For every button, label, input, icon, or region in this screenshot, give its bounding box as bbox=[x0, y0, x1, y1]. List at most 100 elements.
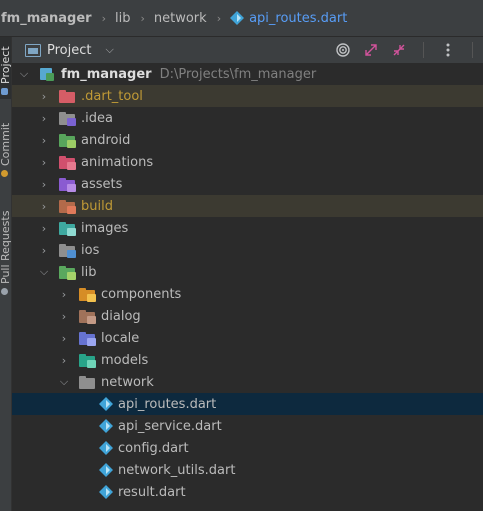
tree-row-folder[interactable]: › .dart_tool bbox=[12, 85, 483, 107]
tree-label: assets bbox=[81, 176, 123, 192]
tree-label: animations bbox=[81, 154, 154, 170]
dart-file-icon bbox=[99, 485, 113, 499]
folder-icon bbox=[59, 243, 76, 258]
tree-label: config.dart bbox=[118, 440, 189, 456]
expand-all-icon[interactable] bbox=[357, 37, 385, 63]
project-view-icon bbox=[25, 43, 41, 57]
chevron-down-icon[interactable]: ⌵ bbox=[17, 67, 31, 81]
chevron-right-icon[interactable]: › bbox=[37, 222, 51, 235]
chevron-right-icon[interactable]: › bbox=[57, 288, 71, 301]
chevron-right-icon[interactable]: › bbox=[37, 112, 51, 125]
folder-icon bbox=[79, 287, 96, 302]
folder-icon bbox=[59, 177, 76, 192]
chevron-right-icon[interactable]: › bbox=[37, 178, 51, 191]
chevron-right-icon[interactable]: › bbox=[37, 156, 51, 169]
tree-row-file[interactable]: api_routes.dart bbox=[12, 393, 483, 415]
tree-row-file[interactable]: config.dart bbox=[12, 437, 483, 459]
dart-file-icon bbox=[99, 463, 113, 477]
tree-row-folder[interactable]: › images bbox=[12, 217, 483, 239]
dart-file-icon bbox=[99, 419, 113, 433]
collapse-all-icon[interactable] bbox=[385, 37, 413, 63]
toolbar-separator bbox=[472, 42, 473, 58]
panel-toolbar bbox=[329, 37, 483, 63]
folder-icon bbox=[79, 309, 96, 324]
tree-label: lib bbox=[81, 264, 97, 280]
more-icon[interactable] bbox=[434, 37, 462, 63]
tree-row-folder[interactable]: › locale bbox=[12, 327, 483, 349]
chevron-right-icon[interactable]: › bbox=[37, 90, 51, 103]
tool-tab-label: Project bbox=[0, 46, 12, 84]
tree-label: components bbox=[101, 286, 182, 302]
module-folder-icon bbox=[39, 67, 55, 81]
tree-row-folder[interactable]: › components bbox=[12, 283, 483, 305]
tree-path: D:\Projects\fm_manager bbox=[159, 66, 317, 82]
tree-row-folder[interactable]: › build bbox=[12, 195, 483, 217]
chevron-right-icon[interactable]: › bbox=[37, 134, 51, 147]
tree-row-folder[interactable]: › animations bbox=[12, 151, 483, 173]
chevron-down-icon[interactable]: ⌵ bbox=[105, 43, 113, 57]
tree-label: locale bbox=[101, 330, 140, 346]
chevron-right-icon[interactable]: › bbox=[57, 332, 71, 345]
tree-label: dialog bbox=[101, 308, 141, 324]
tree-label: .dart_tool bbox=[81, 88, 143, 104]
chevron-right-icon: › bbox=[101, 11, 106, 25]
chevron-right-icon[interactable]: › bbox=[57, 310, 71, 323]
tool-tab-label: Commit bbox=[0, 122, 12, 166]
tree-row-folder[interactable]: › .idea bbox=[12, 107, 483, 129]
folder-icon bbox=[59, 111, 76, 126]
folder-icon bbox=[59, 155, 76, 170]
breadcrumb-item-network[interactable]: network bbox=[154, 11, 207, 26]
tree-label: fm_manager bbox=[61, 66, 152, 82]
folder-icon bbox=[59, 89, 75, 103]
locate-icon[interactable] bbox=[329, 37, 357, 63]
tree-row-file[interactable]: api_service.dart bbox=[12, 415, 483, 437]
folder-icon bbox=[59, 265, 76, 280]
chevron-right-icon[interactable]: › bbox=[37, 244, 51, 257]
project-view-selector[interactable]: Project bbox=[47, 43, 91, 58]
tree-label: api_service.dart bbox=[118, 418, 222, 434]
tree-row-root[interactable]: ⌵ fm_manager D:\Projects\fm_manager bbox=[12, 63, 483, 85]
breadcrumb-item-lib[interactable]: lib bbox=[115, 11, 130, 26]
chevron-right-icon[interactable]: › bbox=[37, 200, 51, 213]
project-tree: ⌵ fm_manager D:\Projects\fm_manager › .d… bbox=[12, 63, 483, 503]
folder-icon bbox=[59, 199, 76, 214]
tool-tab-commit[interactable]: Commit bbox=[0, 119, 11, 181]
folder-icon bbox=[59, 221, 76, 236]
tool-tab-pull-requests[interactable]: Pull Requests bbox=[0, 205, 11, 299]
folder-icon bbox=[59, 133, 76, 148]
tree-row-file[interactable]: network_utils.dart bbox=[12, 459, 483, 481]
tree-row-folder[interactable]: › android bbox=[12, 129, 483, 151]
tool-tab-project[interactable]: Project bbox=[0, 37, 11, 99]
project-tab-icon bbox=[1, 88, 8, 95]
tree-label: models bbox=[101, 352, 149, 368]
chevron-down-icon[interactable]: ⌵ bbox=[37, 265, 51, 279]
breadcrumb: fm_manager › lib › network › api_routes.… bbox=[0, 0, 483, 37]
chevron-down-icon[interactable]: ⌵ bbox=[57, 375, 71, 389]
tree-row-file[interactable]: result.dart bbox=[12, 481, 483, 503]
tree-label: android bbox=[81, 132, 131, 148]
tree-row-folder[interactable]: ⌵ network bbox=[12, 371, 483, 393]
tree-label: result.dart bbox=[118, 484, 186, 500]
dart-file-icon bbox=[99, 441, 113, 455]
breadcrumb-item-fm-manager[interactable]: fm_manager bbox=[1, 11, 92, 26]
tree-label: build bbox=[81, 198, 113, 214]
folder-icon bbox=[79, 331, 96, 346]
tool-window-strip: Project Commit Pull Requests bbox=[0, 37, 12, 511]
tree-row-folder[interactable]: › models bbox=[12, 349, 483, 371]
tree-row-folder[interactable]: › assets bbox=[12, 173, 483, 195]
tree-row-folder[interactable]: › dialog bbox=[12, 305, 483, 327]
chevron-right-icon[interactable]: › bbox=[57, 354, 71, 367]
toolbar-separator bbox=[423, 42, 424, 58]
tree-label: .idea bbox=[81, 110, 113, 126]
tree-label: network bbox=[101, 374, 154, 390]
tree-label: images bbox=[81, 220, 129, 236]
tree-row-folder[interactable]: › ios bbox=[12, 239, 483, 261]
pull-request-icon bbox=[1, 288, 8, 295]
folder-icon bbox=[79, 353, 96, 368]
breadcrumb-label: api_routes.dart bbox=[249, 10, 348, 26]
tree-row-folder[interactable]: ⌵ lib bbox=[12, 261, 483, 283]
folder-icon bbox=[79, 375, 95, 389]
tree-label: ios bbox=[81, 242, 100, 258]
tree-label: api_routes.dart bbox=[118, 396, 217, 412]
breadcrumb-item-api-routes[interactable]: api_routes.dart bbox=[230, 11, 347, 26]
